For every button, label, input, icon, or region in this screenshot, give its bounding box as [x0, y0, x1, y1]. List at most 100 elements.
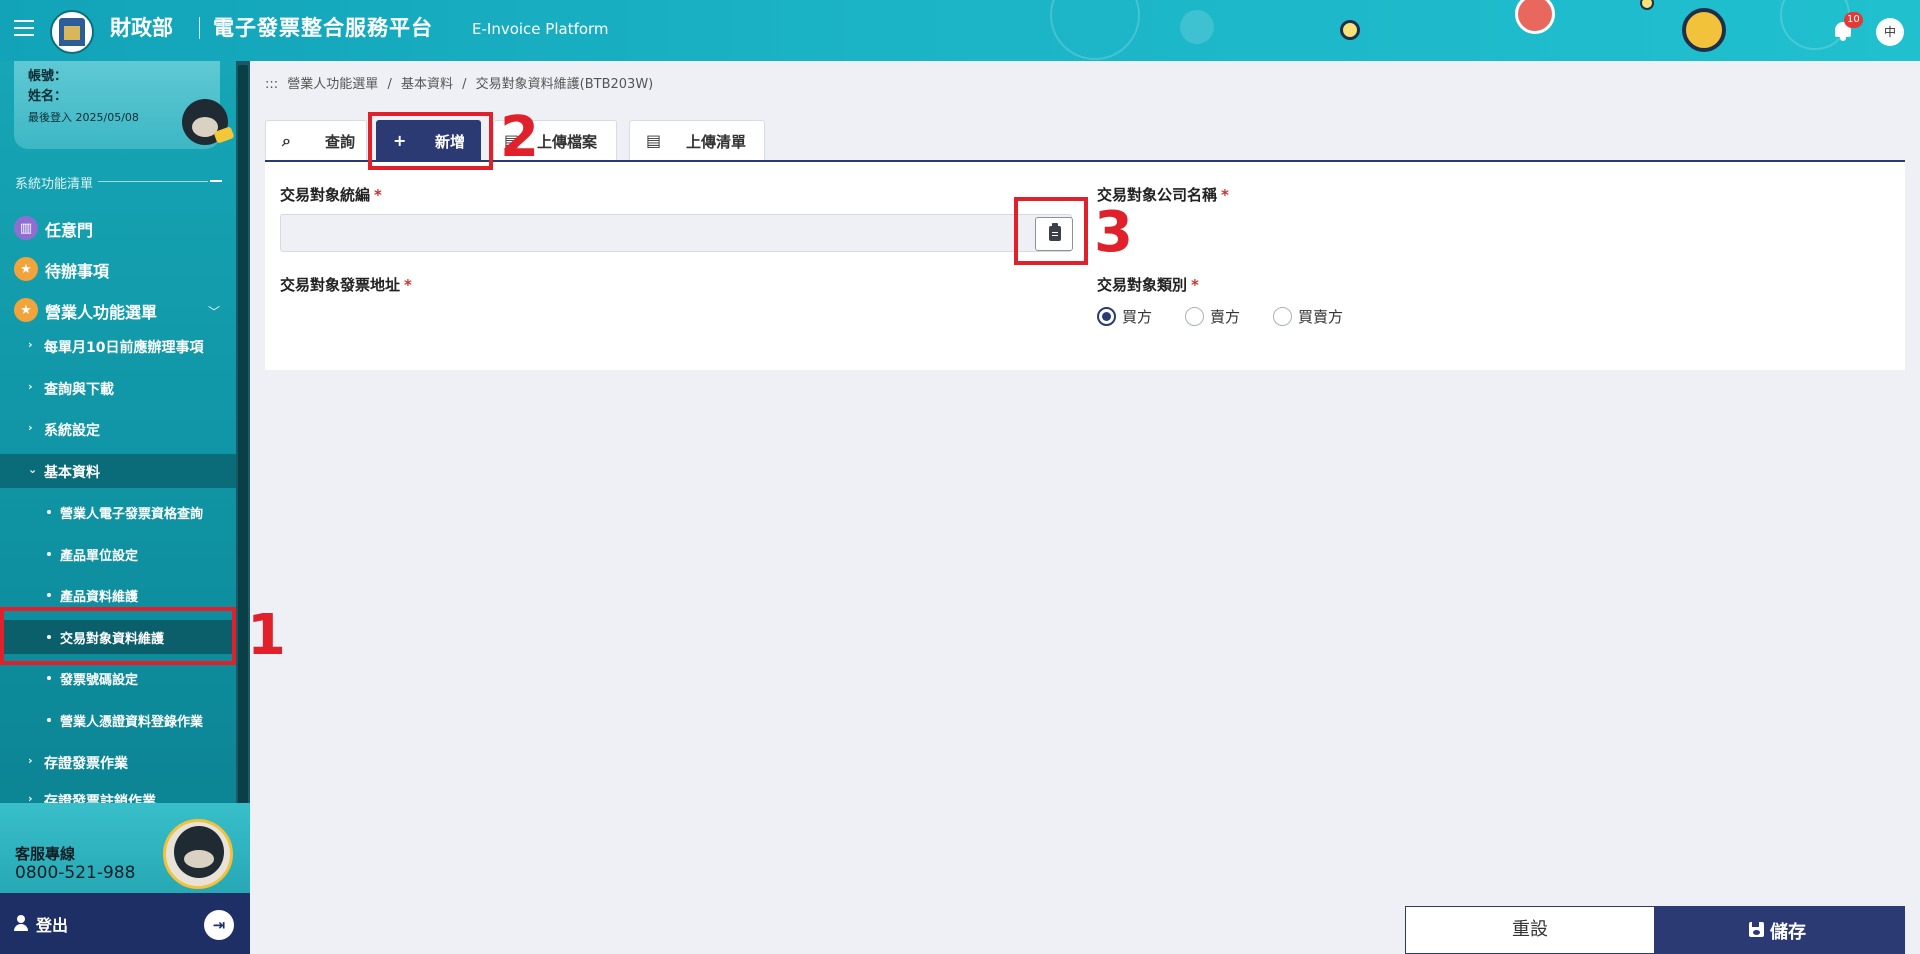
sidebar-item-label: 發票號碼設定: [60, 673, 139, 688]
header-divider: [199, 17, 200, 39]
chevron-right-icon: ›: [28, 754, 33, 767]
radio-label: 賣方: [1210, 308, 1241, 326]
radio-circle[interactable]: [1097, 307, 1116, 326]
breadcrumb-separator: /: [462, 77, 467, 92]
sidebar-sub-archive-cancel[interactable]: › 存證發票註銷作業: [0, 783, 236, 803]
logout-bar[interactable]: 登出 ⇥: [0, 893, 250, 954]
tax-id-input[interactable]: [280, 214, 1072, 252]
chevron-right-icon: ›: [28, 792, 33, 803]
chevron-right-icon: ›: [28, 380, 33, 393]
sidebar-item-label: 營業人功能選單: [45, 303, 158, 322]
sidebar-sub-monthly[interactable]: › 每單月10日前應辦理事項: [0, 329, 236, 363]
required-mark: *: [1221, 186, 1229, 204]
section-title: 系統功能清單: [15, 177, 94, 192]
sidebar-item-label: 營業人憑證資料登錄作業: [60, 715, 204, 730]
sidebar-item-label: 產品單位設定: [60, 549, 139, 564]
breadcrumb-item: 交易對象資料維護(BTB203W): [475, 77, 654, 92]
breadcrumb-item[interactable]: 基本資料: [401, 77, 453, 92]
form-panel: [265, 162, 1905, 370]
header-decoration: [1682, 8, 1726, 52]
mof-logo[interactable]: [50, 10, 94, 54]
field-label-text: 交易對象類別: [1097, 276, 1188, 294]
sidebar-sub-settings[interactable]: › 系統設定: [0, 412, 236, 446]
collapse-icon[interactable]: [210, 180, 222, 182]
notification-badge: 10: [1844, 12, 1863, 28]
sidebar-item-label: 任意門: [45, 221, 94, 240]
required-mark: *: [374, 186, 382, 204]
sidebar-item-business-menu[interactable]: ★ 營業人功能選單 ﹀: [0, 293, 236, 327]
tab-label: 查詢: [325, 133, 356, 151]
star-icon: ★: [14, 298, 38, 322]
file-upload-icon: ▤: [646, 131, 662, 150]
save-label: 儲存: [1770, 922, 1806, 943]
sidebar-item-anydoor[interactable]: ▥ 任意門: [0, 211, 236, 245]
hotline-number: 0800-521-988: [15, 863, 136, 883]
annotation-box-2: [368, 112, 493, 170]
tab-upload-list[interactable]: ▤ 上傳清單: [629, 120, 765, 160]
annotation-number-3: 3: [1094, 200, 1133, 265]
radio-circle[interactable]: [1273, 307, 1292, 326]
sidebar: 帳號： 姓名： 最後登入 2025/05/08 系統功能清單 ▥ 任意門 ★ 待…: [0, 61, 250, 954]
mascot-image: [182, 99, 228, 145]
language-switch-button[interactable]: 中: [1876, 18, 1904, 46]
org-name: 財政部: [110, 16, 173, 40]
mascot-image: [163, 819, 233, 889]
hotline-label: 客服專線: [15, 845, 76, 863]
sidebar-leaf-eligibility[interactable]: 營業人電子發票資格查詢: [0, 495, 236, 529]
required-mark: *: [1191, 276, 1199, 294]
sidebar-sub-query[interactable]: › 查詢與下載: [0, 371, 236, 405]
sidebar-item-label: 產品資料維護: [60, 590, 139, 605]
sidebar-leaf-unit[interactable]: 產品單位設定: [0, 537, 236, 571]
header-decoration: [1640, 0, 1654, 10]
hotline-card: 客服專線 0800-521-988: [0, 803, 250, 893]
scrollbar-thumb[interactable]: [238, 65, 248, 805]
sidebar-leaf-certificate[interactable]: 營業人憑證資料登錄作業: [0, 703, 236, 737]
sidebar-item-label: 系統設定: [44, 423, 100, 439]
sidebar-item-label: 查詢與下載: [44, 382, 114, 398]
menu-toggle-icon[interactable]: [14, 20, 34, 36]
annotation-box-1: [0, 607, 236, 665]
breadcrumb-separator: /: [387, 77, 392, 92]
sidebar-sub-basic-data[interactable]: ⌄ 基本資料: [0, 454, 236, 488]
radio-label: 買方: [1122, 308, 1153, 326]
top-header: 財政部 電子發票整合服務平台 E-Invoice Platform 10 中: [0, 0, 1920, 61]
sidebar-leaf-invoice-number[interactable]: 發票號碼設定: [0, 661, 236, 695]
sidebar-item-label: 營業人電子發票資格查詢: [60, 507, 204, 522]
save-button[interactable]: 儲存: [1655, 906, 1905, 954]
sidebar-sub-archive[interactable]: › 存證發票作業: [0, 745, 236, 779]
save-icon: [1749, 922, 1764, 937]
tab-label: 上傳檔案: [537, 133, 598, 151]
sidebar-item-label: 基本資料: [44, 465, 100, 481]
address-label: 交易對象發票地址 *: [280, 274, 412, 295]
header-decoration: [1515, 0, 1555, 34]
header-decoration: [1340, 20, 1360, 40]
annotation-number-1: 1: [247, 603, 286, 668]
user-card: 帳號： 姓名： 最後登入 2025/05/08: [14, 61, 228, 149]
map-icon: ▥: [14, 216, 38, 240]
tab-query[interactable]: ⌕ 查詢: [265, 120, 367, 160]
header-decoration: [1050, 0, 1140, 60]
radio-circle[interactable]: [1185, 307, 1204, 326]
radio-label: 買賣方: [1298, 308, 1344, 326]
breadcrumb-item[interactable]: 營業人功能選單: [287, 77, 378, 92]
logout-icon[interactable]: ⇥: [204, 910, 234, 940]
logout-label: 登出: [36, 916, 69, 935]
sidebar-item-todo[interactable]: ★ 待辦事項: [0, 252, 236, 286]
field-label-text: 交易對象統編: [280, 186, 371, 204]
required-mark: *: [404, 276, 412, 294]
annotation-number-2: 2: [500, 105, 539, 170]
field-label-text: 交易對象發票地址: [280, 276, 401, 294]
chevron-down-icon: ⌄: [28, 463, 38, 476]
sidebar-item-label: 存證發票作業: [44, 756, 128, 772]
header-decoration: [1180, 10, 1214, 44]
chevron-right-icon: ›: [28, 338, 33, 351]
last-login: 最後登入 2025/05/08: [28, 111, 139, 124]
section-divider: [98, 181, 208, 182]
breadcrumb-prefix: :::: [265, 77, 279, 92]
sidebar-item-label: 每單月10日前應辦理事項: [44, 340, 204, 356]
reset-button[interactable]: 重設: [1405, 906, 1655, 954]
platform-title: 電子發票整合服務平台: [213, 16, 433, 40]
chevron-down-icon: ﹀: [208, 305, 221, 319]
platform-title-en: E-Invoice Platform: [472, 20, 609, 38]
sidebar-scrollbar[interactable]: [236, 61, 250, 805]
